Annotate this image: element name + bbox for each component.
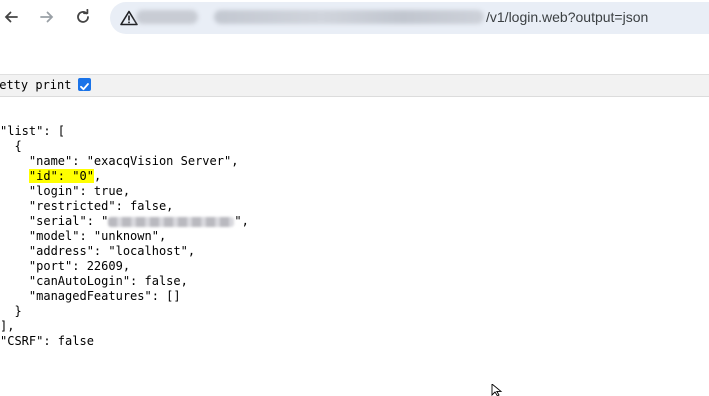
arrow-right-icon (40, 11, 54, 23)
checkmark-icon (80, 83, 89, 91)
json-line: "model": "unknown", (0, 229, 167, 243)
url-redacted-path (214, 10, 484, 24)
json-line: "restricted": false, (0, 199, 174, 213)
url-redacted-host (136, 10, 198, 24)
address-bar[interactable]: /v1/login.web?output=json (110, 2, 709, 34)
json-line: "name": "exacqVision Server", (0, 154, 239, 168)
json-line: "id": "0", (28, 169, 102, 183)
json-output: "list": [ { "name": "exacqVision Server"… (0, 124, 249, 349)
reload-icon (77, 9, 89, 23)
json-line: "list": [ (0, 124, 66, 138)
search-highlight: "id": "0" (28, 169, 94, 183)
json-line: "serial": " ", (0, 214, 249, 228)
pretty-print-checkbox[interactable] (78, 78, 91, 91)
browser-toolbar: /v1/login.web?output=json (0, 0, 709, 36)
pretty-print-bar: retty print (0, 74, 709, 97)
json-line: "port": 22609, (0, 259, 131, 273)
json-line: "login": true, (0, 184, 131, 198)
json-line: ], (0, 319, 15, 333)
json-line: "address": "localhost", (0, 244, 196, 258)
json-line: "canAutoLogin": false, (0, 274, 188, 288)
url-text: /v1/login.web?output=json (486, 9, 649, 25)
json-line: "CSRF": false (0, 334, 94, 348)
serial-redacted (108, 216, 235, 227)
json-line: } (0, 304, 22, 318)
arrow-left-icon (4, 11, 18, 23)
mouse-cursor-icon (491, 384, 503, 396)
json-line: { (0, 139, 22, 153)
back-button[interactable] (0, 4, 24, 30)
forward-button[interactable] (34, 4, 60, 30)
json-line: "managedFeatures": [] (0, 289, 181, 303)
pretty-print-label: retty print (0, 78, 72, 92)
reload-button[interactable] (70, 4, 96, 30)
